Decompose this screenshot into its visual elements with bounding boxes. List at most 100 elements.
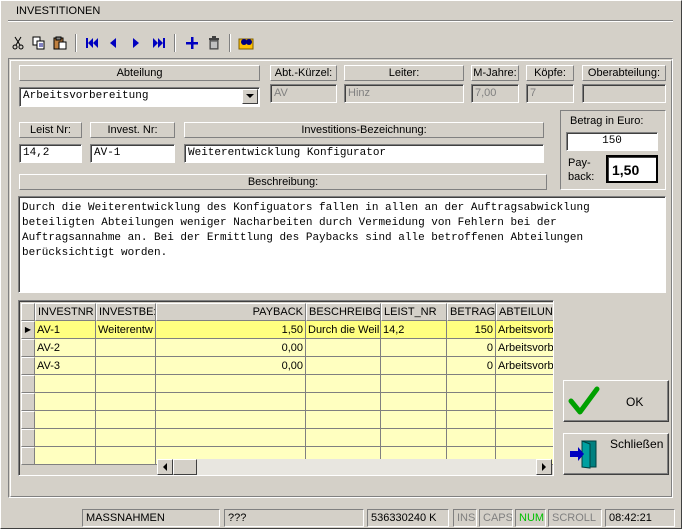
grid-cell[interactable]: 1,50 (156, 321, 306, 339)
grid-col-header[interactable]: PAYBACK (156, 303, 306, 321)
grid-cell[interactable] (306, 375, 381, 393)
grid-cell[interactable] (447, 375, 496, 393)
find-icon[interactable] (236, 32, 256, 54)
grid-col-header[interactable]: BESCHREIBG (306, 303, 381, 321)
grid-cell[interactable] (381, 339, 447, 357)
abteilung-combobox[interactable]: Arbeitsvorbereitung (19, 87, 260, 107)
grid-cell[interactable]: Arbeitsvorb (496, 339, 553, 357)
koepfe-label: Köpfe: (526, 65, 574, 81)
scroll-right-icon[interactable] (536, 459, 552, 475)
title-separator (8, 21, 673, 22)
ok-button[interactable]: OK (563, 380, 669, 422)
next-record-icon[interactable] (126, 32, 146, 54)
grid-cell[interactable]: Weiterentw (96, 321, 156, 339)
status-scroll: SCROLL (548, 509, 602, 527)
add-record-icon[interactable] (182, 32, 202, 54)
grid-cell[interactable] (156, 429, 306, 447)
copy-icon[interactable] (29, 32, 49, 54)
grid-cell[interactable] (496, 375, 553, 393)
invest-nr-field[interactable]: AV-1 (90, 144, 175, 163)
grid-cell[interactable]: AV-1 (35, 321, 96, 339)
grid-cell[interactable] (496, 393, 553, 411)
scrollbar-thumb[interactable] (173, 459, 197, 475)
grid-cell[interactable]: 0,00 (156, 357, 306, 375)
betrag-label: Betrag in Euro: (570, 115, 644, 127)
grid-cell[interactable] (35, 375, 96, 393)
grid-col-header[interactable]: ABTEILUN (496, 303, 553, 321)
grid-cell[interactable] (381, 393, 447, 411)
last-record-icon[interactable] (149, 32, 169, 54)
grid-cell[interactable]: 0 (447, 339, 496, 357)
paste-icon[interactable] (50, 32, 70, 54)
grid-cell[interactable]: AV-2 (35, 339, 96, 357)
grid-cell[interactable] (35, 429, 96, 447)
bezeichnung-label: Investitions-Bezeichnung: (184, 122, 544, 138)
grid-cell[interactable] (306, 393, 381, 411)
abteilung-label: Abteilung (19, 65, 260, 81)
investitionen-grid[interactable]: INVESTNR INVESTBE: PAYBACK BESCHREIBG LE… (18, 300, 554, 476)
koepfe-field: 7 (526, 84, 574, 103)
grid-cell[interactable] (35, 393, 96, 411)
delete-record-icon[interactable] (204, 32, 224, 54)
grid-cell[interactable] (96, 429, 156, 447)
betrag-field[interactable]: 150 (566, 132, 658, 151)
grid-cell[interactable] (447, 411, 496, 429)
grid-cell[interactable] (306, 429, 381, 447)
grid-cell[interactable]: 0,00 (156, 339, 306, 357)
grid-cell[interactable] (156, 411, 306, 429)
grid-cell[interactable]: 14,2 (381, 321, 447, 339)
first-record-icon[interactable] (82, 32, 102, 54)
grid-cell[interactable] (381, 375, 447, 393)
cut-icon[interactable] (8, 32, 28, 54)
grid-cell[interactable] (381, 429, 447, 447)
row-indicator (21, 357, 35, 375)
grid-col-header[interactable]: INVESTNR (35, 303, 96, 321)
grid-cell[interactable] (496, 429, 553, 447)
grid-cell[interactable] (381, 411, 447, 429)
leist-nr-field[interactable]: 14,2 (19, 144, 82, 163)
abteilung-value: Arbeitsvorbereitung (23, 90, 149, 102)
grid-cell[interactable]: 150 (447, 321, 496, 339)
grid-col-header[interactable]: BETRAG (447, 303, 496, 321)
grid-col-header[interactable]: INVESTBE: (96, 303, 156, 321)
grid-cell[interactable] (35, 411, 96, 429)
chevron-down-icon[interactable] (242, 89, 258, 104)
grid-cell[interactable] (447, 393, 496, 411)
grid-cell[interactable] (306, 357, 381, 375)
grid-cell[interactable]: Arbeitsvorb (496, 321, 553, 339)
beschreibung-memo[interactable]: Durch die Weiterentwicklung des Konfigua… (18, 196, 666, 293)
toolbar-separator (229, 34, 231, 52)
prior-record-icon[interactable] (103, 32, 123, 54)
toolbar (8, 32, 268, 54)
grid-cell[interactable] (496, 411, 553, 429)
grid-cell[interactable] (96, 339, 156, 357)
status-ins: INS (453, 509, 477, 527)
payback-field[interactable]: 1,50 (606, 155, 658, 183)
grid-col-header[interactable]: LEIST_NR (381, 303, 447, 321)
grid-cell[interactable] (306, 411, 381, 429)
grid-cell[interactable] (96, 393, 156, 411)
grid-cell[interactable] (156, 375, 306, 393)
grid-cell[interactable] (35, 447, 96, 465)
scroll-left-icon[interactable] (157, 459, 173, 475)
grid-cell[interactable] (96, 375, 156, 393)
grid-cell[interactable]: Arbeitsvorb (496, 357, 553, 375)
row-indicator (21, 429, 35, 447)
grid-cell[interactable] (96, 357, 156, 375)
grid-cell[interactable]: AV-3 (35, 357, 96, 375)
leiter-field: Hinz (344, 84, 464, 103)
grid-cell[interactable] (447, 429, 496, 447)
status-num: NUM (515, 509, 546, 527)
grid-cell[interactable] (96, 411, 156, 429)
horizontal-scrollbar[interactable] (157, 459, 552, 475)
current-row-indicator-icon: ▶ (21, 321, 35, 339)
grid-cell[interactable]: 0 (447, 357, 496, 375)
grid-cell[interactable]: Durch die Weil (306, 321, 381, 339)
m-jahre-label: M-Jahre: (471, 65, 519, 81)
grid-cell[interactable] (306, 339, 381, 357)
grid-cell[interactable] (96, 447, 156, 465)
grid-cell[interactable] (156, 393, 306, 411)
bezeichnung-field[interactable]: Weiterentwicklung Konfigurator (184, 144, 544, 163)
grid-cell[interactable] (381, 357, 447, 375)
close-button[interactable]: Schließen (563, 433, 669, 475)
